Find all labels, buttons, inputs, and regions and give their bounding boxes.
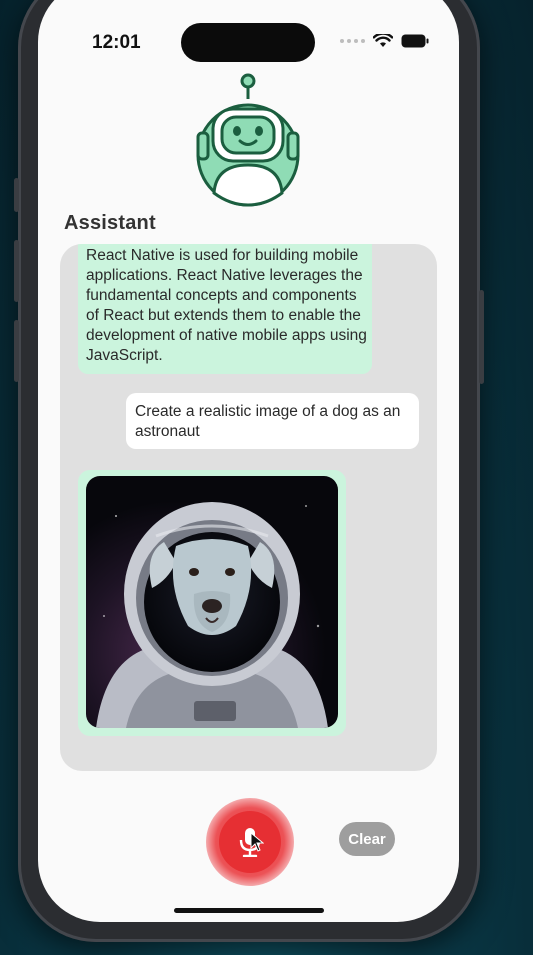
- cursor-icon: [250, 832, 264, 852]
- user-message-text: Create a realistic image of a dog as an …: [135, 403, 401, 440]
- status-time: 12:01: [92, 32, 141, 53]
- assistant-image-bubble: [78, 470, 346, 736]
- dynamic-island: [181, 23, 315, 62]
- signal-icon: [340, 39, 365, 43]
- dog-astronaut-image[interactable]: [86, 476, 338, 728]
- side-button: [14, 320, 19, 382]
- user-message-bubble: Create a realistic image of a dog as an …: [126, 393, 419, 449]
- phone-screen: 12:01 Assistant React Native is used for…: [38, 0, 459, 922]
- wifi-icon: [373, 34, 393, 47]
- side-button: [14, 178, 19, 212]
- side-button: [479, 290, 484, 384]
- battery-icon: [401, 34, 429, 48]
- status-icons: [340, 34, 429, 48]
- robot-avatar-icon: [196, 73, 300, 207]
- assistant-message-text: React Native is used for building mobile…: [86, 247, 367, 364]
- side-button: [14, 240, 19, 302]
- clear-button[interactable]: Clear: [339, 822, 395, 856]
- assistant-message-bubble: React Native is used for building mobile…: [78, 244, 372, 374]
- assistant-title: Assistant: [64, 212, 156, 234]
- home-indicator: [174, 908, 324, 913]
- chat-container[interactable]: React Native is used for building mobile…: [60, 244, 437, 771]
